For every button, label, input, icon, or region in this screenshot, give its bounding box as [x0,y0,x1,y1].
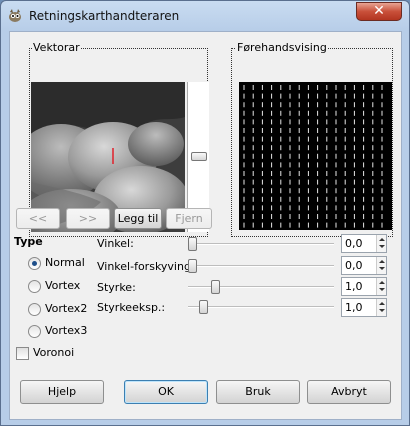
cancel-button[interactable]: Avbryt [307,380,391,404]
slider-thumb[interactable] [191,152,207,161]
strength-label: Styrke: [97,281,136,294]
gimp-icon [9,9,21,22]
remove-vector-button[interactable]: Fjern [166,208,212,229]
close-icon: ✕ [373,3,385,19]
angle-slider-thumb[interactable] [188,237,197,251]
add-vector-button[interactable]: Legg til [114,208,162,229]
vectors-label: Vektorar [32,41,81,54]
angle-label: Vinkel: [97,237,134,250]
radio-button[interactable] [28,280,41,293]
type-heading: Type [14,235,43,248]
strength-slider[interactable] [188,280,334,294]
radio-button[interactable] [28,325,41,338]
angle-offset-value[interactable]: 0,0 [345,259,363,272]
close-button[interactable]: ✕ [356,2,402,21]
radio-button[interactable] [28,303,41,316]
spin-arrows[interactable] [376,235,386,252]
dialog-window: Retningskarthandteraren ✕ Vektorar Føreh… [0,0,410,426]
strength-exponent-value[interactable]: 1,0 [345,301,363,314]
strength-value[interactable]: 1,0 [345,280,363,293]
radio-label: Vortex [45,279,81,292]
spin-arrows[interactable] [376,278,386,295]
angle-slider[interactable] [188,237,334,251]
radio-button[interactable] [28,257,41,270]
radio-label: Normal [45,256,85,269]
strength-spinbox[interactable]: 1,0 [341,277,387,296]
strength-exponent-label: Styrkeeksp.: [97,301,166,314]
previous-vector-button[interactable]: << [16,208,60,229]
angle-spinbox[interactable]: 0,0 [341,234,387,253]
voronoi-checkbox[interactable] [16,347,29,360]
window-title: Retningskarthandteraren [29,9,180,23]
spin-arrows[interactable] [376,299,386,316]
angle-offset-slider[interactable] [188,259,334,273]
strength-slider-thumb[interactable] [211,280,221,294]
title-bar: Retningskarthandteraren ✕ [1,1,409,31]
voronoi-label: Voronoi [33,346,75,359]
strength-exponent-spinbox[interactable]: 1,0 [341,298,387,317]
ok-button[interactable]: OK [124,380,208,404]
preview-label: Førehandsvising [236,41,328,54]
angle-value[interactable]: 0,0 [345,237,363,250]
dialog-content: Vektorar Førehandsvising << >> Legg til … [9,31,402,420]
radio-label: Vortex3 [45,324,88,337]
spin-arrows[interactable] [376,257,386,274]
strength-exponent-slider[interactable] [188,300,334,314]
angle-offset-spinbox[interactable]: 0,0 [341,256,387,275]
angle-offset-slider-thumb[interactable] [188,259,197,273]
preview-canvas [239,82,392,230]
apply-button[interactable]: Bruk [216,380,300,404]
help-button[interactable]: Hjelp [20,380,104,404]
radio-label: Vortex2 [45,302,88,315]
angle-offset-label: Vinkel-forskyving: [97,260,195,273]
next-vector-button[interactable]: >> [66,208,110,229]
strength-exponent-slider-thumb[interactable] [198,300,208,314]
